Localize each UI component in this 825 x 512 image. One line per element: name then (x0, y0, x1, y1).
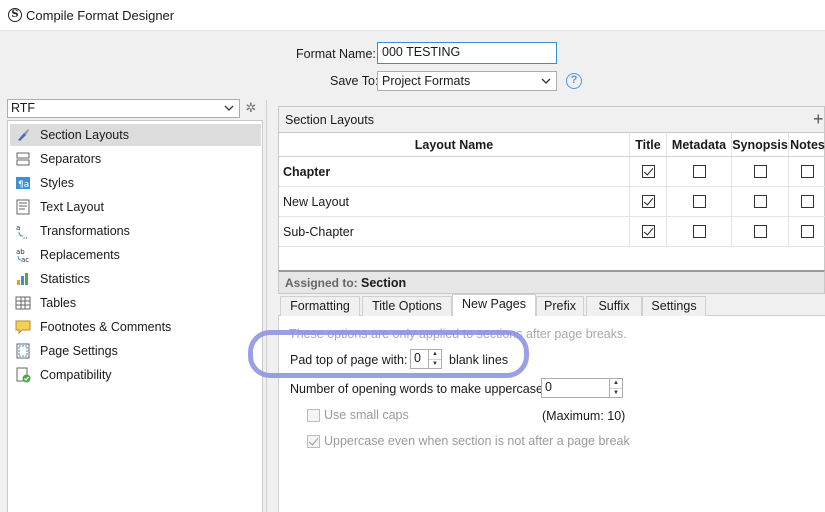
uppercase-even-label: Uppercase even when section is not after… (324, 434, 630, 448)
section-layouts-title: Section Layouts (285, 113, 374, 127)
maximum-label: (Maximum: 10) (542, 409, 626, 423)
format-name-label: Format Name: (296, 47, 376, 61)
section-layouts-pane: Section Layouts + Layout Name Title Meta… (278, 106, 825, 512)
sidebar-item-section-layouts[interactable]: Section Layouts (10, 124, 261, 146)
assigned-to-bar: Assigned to: Section (278, 270, 825, 294)
spin-up-icon[interactable]: ▲ (610, 379, 622, 389)
sidebar-item-replacements[interactable]: ab ac Replacements (10, 244, 261, 266)
table-header-row: Layout Name Title Metadata Synopsis Note… (279, 133, 825, 157)
footnotes-icon (14, 318, 32, 336)
brush-icon (14, 126, 32, 144)
save-to-label: Save To: (330, 74, 379, 88)
transformations-icon: a,, (14, 222, 32, 240)
help-icon[interactable]: ? (566, 73, 582, 89)
table-row[interactable]: Sub-Chapter (279, 217, 825, 247)
title-checkbox[interactable] (641, 225, 655, 238)
tab-new-pages[interactable]: New Pages (452, 294, 536, 317)
title-checkbox[interactable] (641, 195, 655, 208)
sidebar-item-tables[interactable]: Tables (10, 292, 261, 314)
layout-name-cell[interactable]: Sub-Chapter (279, 217, 630, 246)
spin-down-icon[interactable]: ▼ (610, 389, 622, 398)
column-header-synopsis[interactable]: Synopsis (732, 133, 789, 156)
save-to-select[interactable]: Project Formats (377, 71, 557, 91)
add-layout-icon[interactable]: + (813, 109, 824, 129)
gear-icon[interactable]: ✲ (243, 100, 259, 116)
assigned-to-value: Section (361, 276, 407, 290)
sidebar-item-statistics[interactable]: Statistics (10, 268, 261, 290)
section-layouts-table: Layout Name Title Metadata Synopsis Note… (278, 132, 825, 270)
compatibility-icon (14, 366, 32, 384)
metadata-checkbox[interactable] (692, 165, 706, 178)
tab-settings[interactable]: Settings (642, 296, 706, 316)
notes-checkbox[interactable] (801, 165, 814, 178)
svg-text:,,: ,, (23, 232, 27, 239)
styles-icon: ¶a (14, 174, 32, 192)
table-row[interactable]: New Layout (279, 187, 825, 217)
scrivener-logo-icon: S (8, 8, 22, 22)
separators-icon (14, 150, 32, 168)
statistics-icon (14, 270, 32, 288)
assigned-to-label: Assigned to: (285, 276, 358, 290)
chevron-down-icon (541, 78, 551, 84)
svg-text:¶a: ¶a (18, 180, 29, 190)
metadata-checkbox[interactable] (692, 195, 706, 208)
tab-formatting[interactable]: Formatting (280, 296, 360, 316)
uppercase-words-value: 0 (545, 380, 552, 394)
synopsis-checkbox[interactable] (753, 225, 767, 238)
section-layouts-header: Section Layouts + (278, 106, 825, 132)
sidebar-item-transformations[interactable]: a,, Transformations (10, 220, 261, 242)
highlight-annotation (248, 330, 529, 378)
column-header-notes[interactable]: Notes (789, 133, 825, 156)
notes-checkbox[interactable] (801, 225, 814, 238)
page-settings-icon (14, 342, 32, 360)
format-sections-list: Section Layouts Separators ¶a Styles Tex… (7, 120, 263, 512)
uppercase-words-label: Number of opening words to make uppercas… (290, 382, 547, 396)
sidebar-item-footnotes[interactable]: Footnotes & Comments (10, 316, 261, 338)
format-type-value: RTF (11, 101, 36, 115)
pane-splitter[interactable] (266, 100, 267, 512)
window-title: Compile Format Designer (26, 8, 175, 23)
format-type-select[interactable]: RTF (7, 99, 240, 118)
layout-name-cell[interactable]: New Layout (279, 187, 630, 216)
svg-text:a: a (16, 224, 20, 232)
svg-text:ac: ac (21, 256, 29, 263)
svg-text:ab: ab (16, 248, 25, 256)
title-bar: S Compile Format Designer (0, 0, 825, 31)
sidebar-item-separators[interactable]: Separators (10, 148, 261, 170)
options-tabs: Formatting Title Options New Pages Prefi… (278, 294, 825, 317)
column-header-layout-name[interactable]: Layout Name (279, 133, 630, 156)
tables-icon (14, 294, 32, 312)
replacements-icon: ab ac (14, 246, 32, 264)
small-caps-checkbox[interactable] (307, 409, 320, 422)
column-header-metadata[interactable]: Metadata (667, 133, 732, 156)
uppercase-even-checkbox[interactable] (307, 435, 320, 448)
format-name-input[interactable]: 000 TESTING (377, 42, 557, 64)
notes-checkbox[interactable] (801, 195, 814, 208)
save-to-value: Project Formats (382, 74, 471, 88)
column-header-title[interactable]: Title (630, 133, 667, 156)
uppercase-words-stepper[interactable]: 0 ▲ ▼ (541, 378, 623, 398)
sidebar-item-text-layout[interactable]: Text Layout (10, 196, 261, 218)
layout-name-cell[interactable]: Chapter (279, 157, 630, 186)
synopsis-checkbox[interactable] (753, 195, 767, 208)
tab-prefix[interactable]: Prefix (536, 296, 584, 316)
tab-suffix[interactable]: Suffix (586, 296, 642, 316)
tab-title-options[interactable]: Title Options (362, 296, 452, 316)
chevron-down-icon (224, 105, 234, 111)
sidebar-item-page-settings[interactable]: Page Settings (10, 340, 261, 362)
sidebar-item-compatibility[interactable]: Compatibility (10, 364, 261, 386)
table-row[interactable]: Chapter (279, 157, 825, 187)
sidebar-item-styles[interactable]: ¶a Styles (10, 172, 261, 194)
title-checkbox[interactable] (641, 165, 655, 178)
text-layout-icon (14, 198, 32, 216)
synopsis-checkbox[interactable] (753, 165, 767, 178)
small-caps-label: Use small caps (324, 408, 409, 422)
metadata-checkbox[interactable] (692, 225, 706, 238)
